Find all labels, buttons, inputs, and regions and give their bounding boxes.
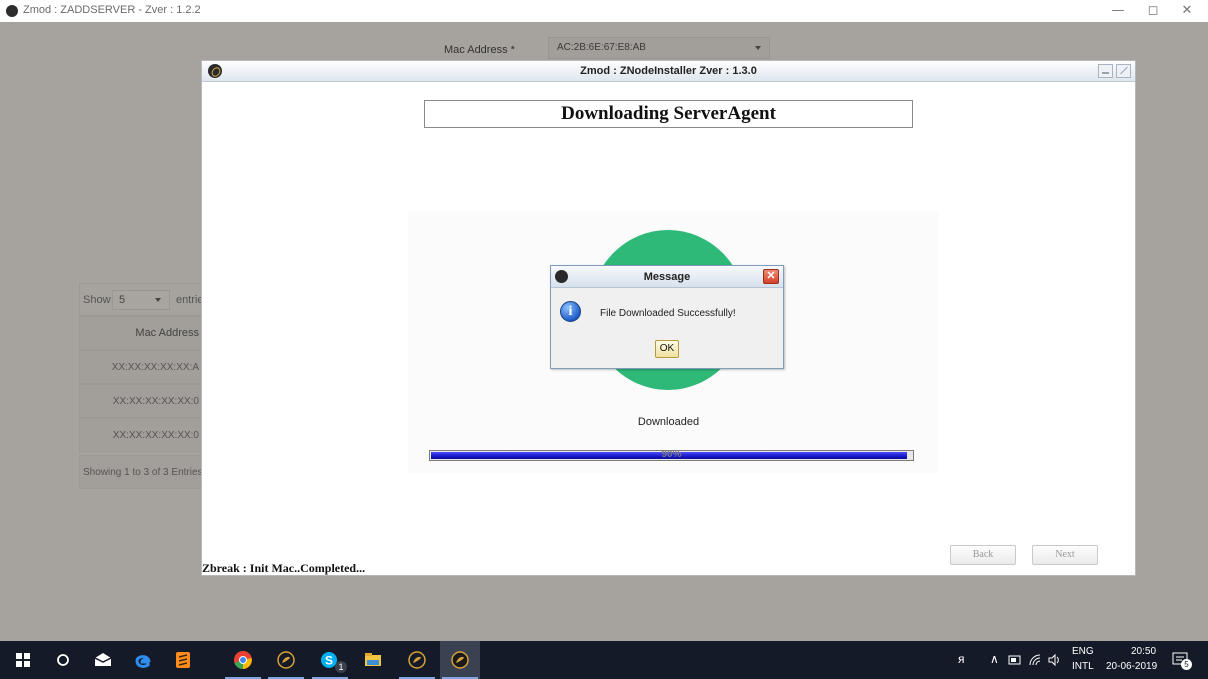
mac-address-table: Show 5 entries Mac Address XX:XX:XX:XX:X…: [79, 283, 209, 489]
table-length-control: Show 5 entries: [79, 283, 209, 316]
volume-icon[interactable]: [1048, 653, 1062, 667]
skype-badge: 1: [335, 661, 347, 673]
clock-date[interactable]: 20-06-2019: [1106, 661, 1157, 672]
main-window-title: Zmod : ZADDSERVER - Zver : 1.2.2: [23, 4, 201, 16]
mac-address-select[interactable]: AC:2B:6E:67:E8:AB: [548, 37, 770, 59]
progress-percent: 90%: [661, 449, 682, 460]
zmod-icon[interactable]: [266, 641, 306, 679]
installer-titlebar: Zmod : ZNodeInstaller Zver : 1.3.0: [202, 61, 1135, 82]
minimize-button[interactable]: —: [1103, 2, 1133, 20]
step-heading-text: Downloading ServerAgent: [561, 103, 776, 124]
file-explorer-icon[interactable]: [353, 641, 393, 679]
show-label: Show: [83, 294, 111, 306]
message-title: Message: [643, 271, 691, 283]
step-heading: Downloading ServerAgent: [424, 100, 913, 128]
notification-center-icon[interactable]: 5: [1171, 650, 1192, 670]
skype-icon[interactable]: S 1: [310, 641, 350, 679]
installer-title: Zmod : ZNodeInstaller Zver : 1.3.0: [580, 65, 757, 77]
notification-count: 5: [1181, 659, 1192, 670]
download-progress-bar: 90%: [429, 449, 914, 461]
table-row[interactable]: XX:XX:XX:XX:XX:0: [79, 418, 204, 452]
wifi-icon[interactable]: [1028, 653, 1042, 667]
sublime-icon[interactable]: [163, 641, 203, 679]
message-dialog: Message ✕ i File Downloaded Successfully…: [550, 265, 784, 369]
zmod-icon[interactable]: [440, 641, 480, 679]
close-button[interactable]: ✕: [1172, 2, 1202, 20]
battery-icon[interactable]: [1008, 654, 1022, 666]
entries-value: 5: [119, 294, 126, 306]
download-status: Downloaded: [637, 416, 700, 428]
chevron-down-icon: [155, 298, 161, 302]
main-window-titlebar: Zmod : ZADDSERVER - Zver : 1.2.2 — ◻ ✕: [0, 0, 1208, 22]
next-button[interactable]: Next: [1032, 545, 1098, 565]
message-titlebar: Message ✕: [551, 266, 783, 288]
installer-status-line: Zbreak : Init Mac..Completed...: [202, 561, 366, 575]
maximize-button[interactable]: ◻: [1138, 2, 1168, 20]
message-close-button[interactable]: ✕: [763, 269, 779, 284]
installer-maximize-button[interactable]: [1116, 64, 1131, 78]
people-icon[interactable]: ᴙ: [958, 652, 965, 666]
taskbar: S 1 ᴙ ∧ ENG INTL 20:50 20-06-2019 5: [0, 641, 1208, 679]
info-icon: i: [560, 301, 581, 322]
chrome-icon[interactable]: [223, 641, 263, 679]
edge-icon[interactable]: [123, 641, 163, 679]
zmod-logo-icon: [6, 5, 18, 17]
table-row[interactable]: XX:XX:XX:XX:XX:0: [79, 384, 204, 418]
clock-time[interactable]: 20:50: [1131, 646, 1156, 657]
mac-address-value: AC:2B:6E:67:E8:AB: [557, 42, 646, 53]
svg-text:S: S: [325, 654, 333, 668]
back-button[interactable]: Back: [950, 545, 1016, 565]
installer-minimize-button[interactable]: [1098, 64, 1113, 78]
table-row[interactable]: XX:XX:XX:XX:XX:A: [79, 350, 204, 384]
chevron-down-icon: [755, 46, 761, 50]
search-circle-icon[interactable]: [43, 641, 83, 679]
table-info: Showing 1 to 3 of 3 Entries: [79, 455, 204, 489]
tray-overflow-icon[interactable]: ∧: [990, 652, 999, 666]
message-text: File Downloaded Successfully!: [600, 308, 736, 319]
language-indicator[interactable]: ENG: [1072, 646, 1094, 657]
windows-start-icon[interactable]: [3, 641, 43, 679]
entries-select[interactable]: 5: [112, 290, 170, 310]
column-header-mac-address[interactable]: Mac Address: [79, 316, 204, 350]
mail-icon[interactable]: [83, 641, 123, 679]
zmod-icon[interactable]: [397, 641, 437, 679]
language-region[interactable]: INTL: [1072, 661, 1094, 672]
ok-button[interactable]: OK: [655, 340, 679, 358]
mac-address-label: Mac Address *: [444, 44, 515, 56]
